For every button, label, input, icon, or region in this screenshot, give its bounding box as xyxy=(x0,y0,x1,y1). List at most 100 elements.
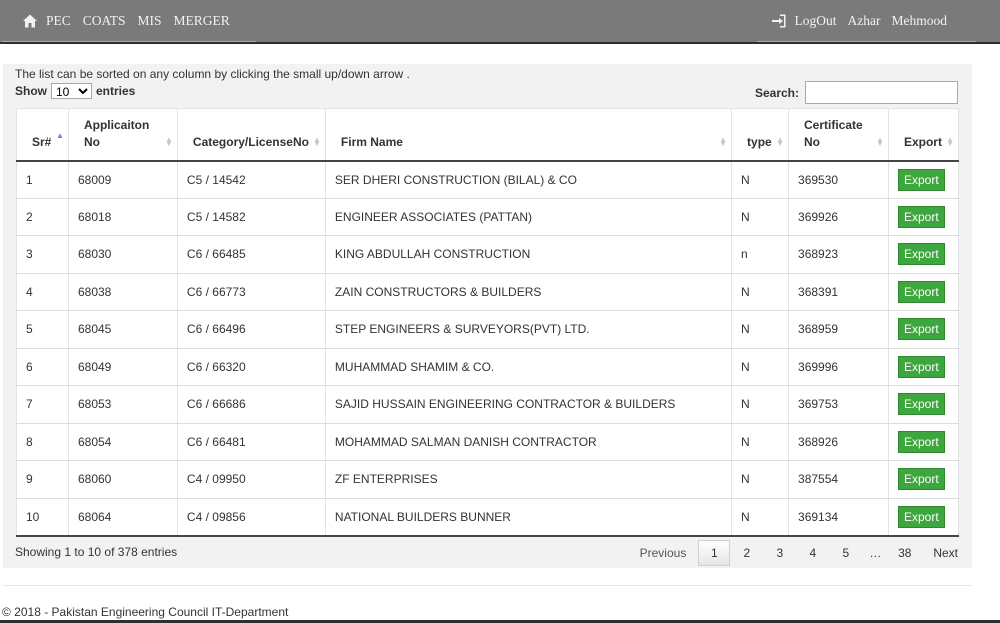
pagination-page-current[interactable]: 1 xyxy=(698,540,731,566)
column-header-label: Applicaiton No xyxy=(83,117,150,149)
table-row: 8 68054 C6 / 66481 MOHAMMAD SALMAN DANIS… xyxy=(16,423,960,461)
footer-divider xyxy=(3,585,972,586)
column-header-label: Sr# xyxy=(32,134,52,149)
user-first-name[interactable]: Azhar xyxy=(848,13,881,29)
table-row: 6 68049 C6 / 66320 MUHAMMAD SHAMIM & CO.… xyxy=(16,348,960,386)
export-button[interactable]: Export xyxy=(897,355,945,378)
cell-certificate-no: 369996 xyxy=(788,348,889,386)
sort-both-icon: ▲ ▼ xyxy=(719,134,728,148)
nav-link-coats[interactable]: COATS xyxy=(83,13,126,29)
logout-link[interactable]: LogOut xyxy=(795,13,837,29)
search-label: Search: xyxy=(754,85,799,100)
nav-primary: PEC COATS MIS MERGER xyxy=(2,0,256,42)
cell-type: n xyxy=(731,235,790,274)
pagination-page[interactable]: 2 xyxy=(730,541,763,565)
column-header-category[interactable]: Category/LicenseNo ▲ ▼ xyxy=(177,108,326,162)
cell-firm-name: STEP ENGINEERS & SURVEYORS(PVT) LTD. xyxy=(325,310,733,349)
pagination-page[interactable]: 4 xyxy=(796,541,829,565)
cell-export: Export xyxy=(888,385,960,424)
column-header-application-no[interactable]: Applicaiton No ▲ ▼ xyxy=(68,108,178,162)
search-input[interactable] xyxy=(805,81,958,104)
column-header-sr[interactable]: Sr# ▲ xyxy=(16,108,69,162)
cell-category: C6 / 66686 xyxy=(177,385,326,424)
export-button[interactable]: Export xyxy=(897,280,945,303)
cell-certificate-no: 369134 xyxy=(788,498,889,537)
column-header-export[interactable]: Export ▲ ▼ xyxy=(888,108,960,162)
nav-link-pec[interactable]: PEC xyxy=(46,13,71,29)
export-button[interactable]: Export xyxy=(897,393,945,416)
export-button[interactable]: Export xyxy=(897,168,945,191)
cell-export: Export xyxy=(888,273,960,311)
column-header-certificate-no[interactable]: Certificate No ▲ ▼ xyxy=(788,108,889,162)
column-header-type[interactable]: type ▲ ▼ xyxy=(731,108,790,162)
footer-copyright: © 2018 - Pakistan Engineering Council IT… xyxy=(2,605,289,619)
page-length-select[interactable]: 10 xyxy=(51,83,92,99)
nav-link-mis[interactable]: MIS xyxy=(138,13,162,29)
export-button[interactable]: Export xyxy=(897,468,945,491)
show-label: Show xyxy=(15,84,47,98)
sort-both-icon: ▲ ▼ xyxy=(312,134,321,148)
cell-category: C6 / 66496 xyxy=(177,310,326,349)
cell-sr: 10 xyxy=(16,498,69,537)
search-control: Search: xyxy=(755,81,958,104)
export-button[interactable]: Export xyxy=(897,430,945,453)
cell-certificate-no: 368926 xyxy=(788,423,889,461)
cell-type: N xyxy=(731,460,790,499)
export-button[interactable]: Export xyxy=(897,205,945,228)
cell-type: N xyxy=(731,498,790,537)
cell-category: C6 / 66320 xyxy=(177,348,326,386)
cell-application-no: 68030 xyxy=(68,235,178,274)
export-button[interactable]: Export xyxy=(897,318,945,341)
table-row: 5 68045 C6 / 66496 STEP ENGINEERS & SURV… xyxy=(16,310,960,349)
table-row: 3 68030 C6 / 66485 KING ABDULLAH CONSTRU… xyxy=(16,235,960,274)
cell-export: Export xyxy=(888,423,960,461)
cell-certificate-no: 387554 xyxy=(788,460,889,499)
cell-export: Export xyxy=(888,460,960,499)
cell-category: C5 / 14542 xyxy=(177,160,326,199)
sort-hint: The list can be sorted on any column by … xyxy=(15,67,410,81)
cell-certificate-no: 368923 xyxy=(788,235,889,274)
pagination-page-last[interactable]: 38 xyxy=(888,541,921,565)
entries-label: entries xyxy=(96,84,136,98)
cell-application-no: 68038 xyxy=(68,273,178,311)
cell-application-no: 68054 xyxy=(68,423,178,461)
pagination-previous[interactable]: Previous xyxy=(640,541,687,565)
export-button[interactable]: Export xyxy=(897,243,945,266)
cell-category: C4 / 09856 xyxy=(177,498,326,537)
home-icon[interactable] xyxy=(22,13,38,29)
table-header-row: Sr# ▲ Applicaiton No ▲ ▼ Category/LicenseNo… xyxy=(16,108,960,162)
cell-sr: 4 xyxy=(16,273,69,311)
cell-type: N xyxy=(731,385,790,424)
cell-type: N xyxy=(731,273,790,311)
table-info: Showing 1 to 10 of 378 entries xyxy=(15,545,178,559)
pagination: Previous 1 2 3 4 5 … 38 Next xyxy=(640,540,958,566)
cell-firm-name: ENGINEER ASSOCIATES (PATTAN) xyxy=(325,198,733,236)
pagination-page[interactable]: 5 xyxy=(829,541,862,565)
column-header-label: Category/LicenseNo xyxy=(192,134,309,149)
cell-application-no: 68018 xyxy=(68,198,178,236)
cell-category: C5 / 14582 xyxy=(177,198,326,236)
sign-out-icon[interactable] xyxy=(771,13,787,29)
top-navbar: PEC COATS MIS MERGER LogOut Azhar Mehmoo… xyxy=(0,0,1000,44)
pagination-page[interactable]: 3 xyxy=(763,541,796,565)
export-button[interactable]: Export xyxy=(897,505,945,528)
cell-sr: 5 xyxy=(16,310,69,349)
nav-divider xyxy=(2,41,256,42)
cell-type: N xyxy=(731,310,790,349)
page-length-control: Show 10 entries xyxy=(15,82,135,100)
user-last-name[interactable]: Mehmood xyxy=(892,13,948,29)
cell-sr: 7 xyxy=(16,385,69,424)
cell-application-no: 68053 xyxy=(68,385,178,424)
cell-firm-name: ZAIN CONSTRUCTORS & BUILDERS xyxy=(325,273,733,311)
data-table-panel: The list can be sorted on any column by … xyxy=(3,64,972,568)
sort-asc-icon: ▲ xyxy=(56,130,64,140)
nav-link-merger[interactable]: MERGER xyxy=(174,13,230,29)
column-header-firm-name[interactable]: Firm Name ▲ ▼ xyxy=(325,108,733,162)
cell-export: Export xyxy=(888,198,960,236)
cell-certificate-no: 369753 xyxy=(788,385,889,424)
cell-export: Export xyxy=(888,310,960,349)
column-header-label: Firm Name xyxy=(340,134,403,149)
cell-certificate-no: 369530 xyxy=(788,160,889,199)
pagination-next[interactable]: Next xyxy=(933,541,958,565)
cell-export: Export xyxy=(888,235,960,274)
